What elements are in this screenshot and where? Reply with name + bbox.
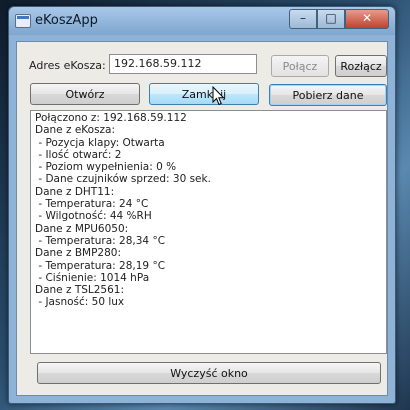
- log-line: Dane z DHT11:: [35, 185, 115, 198]
- maximize-button[interactable]: □: [317, 9, 345, 29]
- minimize-button[interactable]: –: [289, 9, 317, 29]
- app-window-icon: [15, 14, 31, 28]
- form-client-area: Adres eKosza: 192.168.59.112 Połącz Rozł…: [16, 41, 388, 396]
- log-line: Dane z TSL2561:: [35, 284, 125, 297]
- app-window: eKoszApp – □ ✕ Adres eKosza: 192.168.59.…: [8, 6, 396, 404]
- log-line: - Dane czujników sprzed: 30 sek.: [35, 173, 211, 186]
- log-line: - Pozycja klapy: Otwarta: [35, 136, 165, 149]
- log-line: - Poziom wypełnienia: 0 %: [35, 161, 177, 174]
- title-bar[interactable]: eKoszApp – □ ✕: [9, 7, 395, 35]
- fetch-data-button[interactable]: Pobierz dane: [269, 84, 387, 106]
- clear-output-button[interactable]: Wyczyść okno: [37, 362, 381, 384]
- log-line: - Wilgotność: 44 %RH: [35, 210, 152, 223]
- log-line: Dane z MPU6050:: [35, 222, 129, 235]
- log-line: Dane z eKosza:: [35, 124, 116, 137]
- caption-buttons: – □ ✕: [289, 9, 389, 29]
- address-input[interactable]: 192.168.59.112: [109, 54, 257, 74]
- log-line: - Temperatura: 28,34 °C: [35, 234, 166, 247]
- log-line: - Temperatura: 28,19 °C: [35, 259, 166, 272]
- output-log[interactable]: Połączono z: 192.168.59.112 Dane z eKosz…: [30, 110, 387, 354]
- open-lid-button[interactable]: Otwórz: [30, 83, 140, 105]
- log-line: - Ilość otwarć: 2: [35, 148, 122, 161]
- address-label: Adres eKosza:: [29, 59, 106, 72]
- log-line: - Temperatura: 24 °C: [35, 198, 149, 211]
- log-line: Połączono z: 192.168.59.112: [35, 112, 187, 124]
- log-line: - Ciśnienie: 1014 hPa: [35, 271, 150, 284]
- log-line: Dane z BMP280:: [35, 247, 121, 260]
- disconnect-button[interactable]: Rozłącz: [335, 55, 387, 77]
- log-line: - Jasność: 50 lux: [35, 296, 125, 309]
- close-lid-button[interactable]: Zamknij: [149, 83, 259, 105]
- connect-button[interactable]: Połącz: [271, 55, 329, 77]
- close-window-button[interactable]: ✕: [345, 9, 389, 29]
- window-title: eKoszApp: [35, 13, 98, 28]
